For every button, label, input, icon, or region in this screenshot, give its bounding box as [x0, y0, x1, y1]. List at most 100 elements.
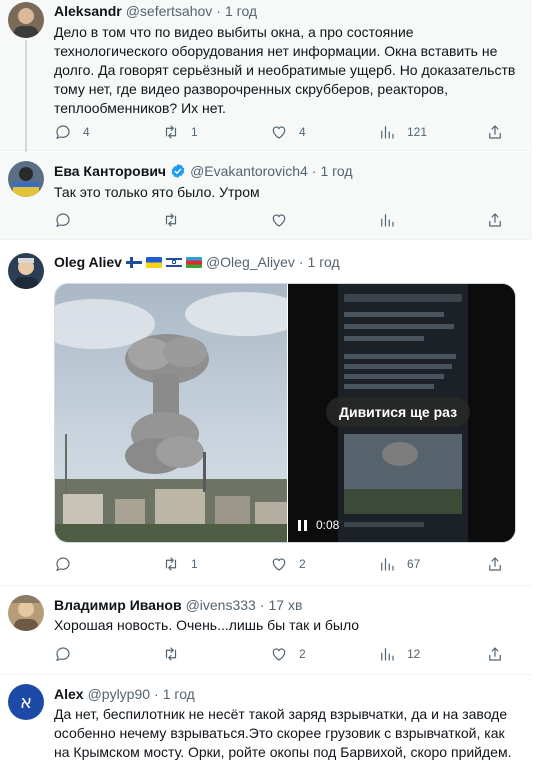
views-icon [381, 214, 394, 227]
video-player[interactable]: Дивитися ще раз 0:08 [288, 284, 515, 542]
views-button[interactable]: 67 [378, 555, 420, 573]
reply-icon [56, 557, 70, 571]
tweet-text: Хорошая новость. Очень...лишь бы так и б… [54, 617, 360, 633]
video-controls: 0:08 [298, 518, 339, 532]
views-icon [381, 126, 394, 139]
share-button[interactable] [486, 645, 504, 663]
tweet-text: Дело в том что по видео выбиты окна, а п… [54, 24, 516, 116]
like-button[interactable]: 4 [270, 123, 306, 141]
like-button[interactable]: 2 [270, 645, 306, 663]
retweet-icon [165, 557, 177, 571]
reply-button[interactable] [54, 645, 72, 663]
reply-icon [56, 213, 70, 227]
views-count: 67 [407, 557, 421, 571]
display-name[interactable]: Alex [54, 686, 84, 702]
views-button[interactable]: 121 [378, 123, 427, 141]
like-icon [272, 648, 286, 661]
reply-button[interactable] [54, 555, 72, 573]
display-name[interactable]: Ева Канторович [54, 163, 166, 179]
user-handle[interactable]: @pylyp90 [88, 686, 150, 702]
retweet-count: 1 [191, 125, 198, 139]
share-button[interactable] [486, 123, 504, 141]
avatar-letter: א [19, 691, 33, 713]
azerbaijan-flag-icon [185, 256, 202, 268]
tweet-oleg[interactable]: Oleg Aliev @Oleg_Aliyev · 1 год Дивитися… [0, 241, 532, 586]
display-name[interactable]: Aleksandr [54, 3, 122, 19]
finland-flag-icon [125, 256, 142, 268]
retweet-button[interactable] [162, 645, 180, 663]
avatar[interactable] [8, 253, 44, 289]
retweet-button[interactable]: 1 [162, 555, 198, 573]
user-handle[interactable]: @Evakantorovich4 [190, 163, 308, 179]
action-bar: 2 12 [54, 644, 524, 664]
avatar[interactable] [8, 595, 44, 631]
timestamp[interactable]: 17 хв [269, 597, 303, 613]
tweet-vladimir[interactable]: Владимир Иванов @ivens333 · 17 хв Хороша… [0, 587, 532, 675]
share-icon [489, 557, 501, 571]
views-icon [381, 648, 394, 661]
separator-dot: · [216, 3, 221, 19]
action-bar [54, 210, 524, 230]
action-bar: 1 2 67 [54, 554, 524, 574]
views-icon [381, 558, 394, 571]
timestamp[interactable]: 1 год [308, 254, 340, 270]
tweet-text: Да нет, беспилотник не несёт такой заряд… [54, 706, 512, 760]
timestamp[interactable]: 1 год [163, 686, 195, 702]
tweet-alex[interactable]: א Alex @pylyp90 · 1 год Да нет, беспилот… [0, 676, 532, 764]
reply-count: 4 [83, 125, 90, 139]
thread-line [25, 40, 27, 152]
user-handle[interactable]: @Oleg_Aliyev [206, 254, 295, 270]
israel-flag-icon [165, 256, 182, 268]
user-handle[interactable]: @sefertsahov [126, 3, 213, 19]
reply-icon [56, 647, 70, 661]
video-time: 0:08 [316, 518, 340, 532]
retweet-icon [165, 213, 177, 227]
explosion-photo[interactable] [55, 284, 305, 542]
avatar[interactable] [8, 161, 44, 197]
timestamp[interactable]: 1 год [320, 163, 352, 179]
tweet-header: Alex @pylyp90 · 1 год [54, 686, 195, 702]
display-name[interactable]: Владимир Иванов [54, 597, 182, 613]
retweet-button[interactable] [162, 211, 180, 229]
tweet-header: Oleg Aliev @Oleg_Aliyev · 1 год [54, 254, 340, 270]
like-button[interactable] [270, 211, 288, 229]
like-count: 2 [299, 557, 306, 571]
tweet-eva[interactable]: Ева Канторович @Evakantorovich4 · 1 год … [0, 152, 532, 240]
ukraine-flag-icon [145, 256, 162, 268]
retweet-icon [165, 125, 177, 139]
user-handle[interactable]: @ivens333 [186, 597, 256, 613]
share-icon [489, 125, 501, 139]
reply-button[interactable] [54, 211, 83, 229]
pause-icon[interactable] [298, 519, 308, 531]
avatar[interactable]: א [8, 684, 44, 720]
reply-button[interactable]: 4 [54, 123, 90, 141]
timestamp[interactable]: 1 год [225, 3, 257, 19]
display-name[interactable]: Oleg Aliev [54, 254, 122, 270]
action-bar: 4 1 4 121 [54, 122, 524, 142]
like-icon [272, 558, 286, 571]
retweet-count: 1 [191, 557, 198, 571]
like-button[interactable]: 2 [270, 555, 306, 573]
share-button[interactable] [486, 211, 504, 229]
views-count: 121 [407, 125, 428, 139]
views-button[interactable]: 12 [378, 645, 420, 663]
tweet-header: Ева Канторович @Evakantorovich4 · 1 год [54, 163, 353, 179]
avatar[interactable] [8, 2, 44, 38]
like-count: 2 [299, 647, 306, 661]
separator-dot: · [311, 163, 317, 179]
tweet-text: Так это только ято было. Утром [54, 184, 260, 200]
share-button[interactable] [486, 555, 504, 573]
views-button[interactable] [378, 211, 396, 229]
tweet-aleksandr[interactable]: Aleksandr @sefertsahov · 1 год Дело в то… [0, 0, 532, 152]
separator-dot: · [259, 597, 265, 613]
retweet-icon [165, 647, 177, 661]
retweet-button[interactable]: 1 [162, 123, 198, 141]
separator-dot: · [298, 254, 304, 270]
views-count: 12 [407, 647, 421, 661]
like-count: 4 [299, 125, 306, 139]
like-icon [272, 126, 286, 139]
share-icon [489, 213, 501, 227]
replay-button[interactable]: Дивитися ще раз [326, 397, 471, 427]
tweet-header: Владимир Иванов @ivens333 · 17 хв [54, 597, 302, 613]
like-icon [272, 214, 286, 227]
